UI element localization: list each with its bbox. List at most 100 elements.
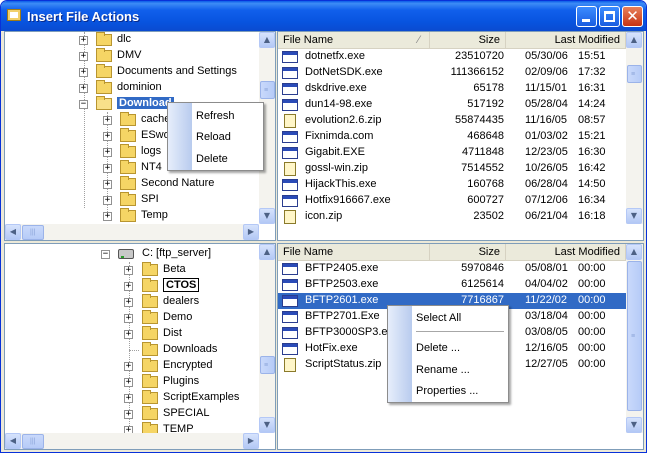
scroll-thumb[interactable]: ||| — [22, 225, 44, 240]
file-row[interactable]: Hotfix916667.exe 600727 07/12/06 16:34 — [278, 193, 627, 209]
scroll-thumb[interactable]: ≡ — [627, 261, 642, 411]
vertical-scrollbar[interactable]: ▲ ≡ ▼ — [259, 244, 275, 433]
folder-icon — [120, 160, 136, 174]
column-header-size[interactable]: Size — [430, 244, 506, 261]
file-row[interactable]: icon.zip 23502 06/21/04 16:18 — [278, 209, 627, 225]
horizontal-scrollbar[interactable]: ◀ ||| ▶ — [5, 224, 259, 240]
refresh-menu-item[interactable]: Refresh — [196, 110, 235, 122]
scroll-thumb[interactable]: ≡ — [260, 356, 275, 374]
tree-item[interactable]: + CTOS — [5, 278, 260, 294]
file-row[interactable]: dotnetfx.exe 23510720 05/30/06 15:51 — [278, 49, 627, 65]
file-row[interactable]: BFTP2405.exe 5970846 05/08/01 00:00 — [278, 261, 627, 277]
expand-toggle[interactable]: + — [124, 314, 133, 323]
expand-toggle[interactable]: + — [103, 196, 112, 205]
scroll-down-button[interactable]: ▼ — [259, 208, 275, 224]
tree-item[interactable]: + Second Nature — [5, 176, 260, 192]
file-row[interactable]: DotNetSDK.exe 111366152 02/09/06 17:32 — [278, 65, 627, 81]
tree-item[interactable]: Downloads — [5, 342, 260, 358]
tree-item[interactable]: + Encrypted — [5, 358, 260, 374]
vertical-scrollbar[interactable]: ▲ ≡ ▼ — [626, 244, 643, 433]
tree-item[interactable]: + Plugins — [5, 374, 260, 390]
expand-toggle[interactable]: + — [103, 132, 112, 141]
expand-toggle[interactable]: − — [79, 100, 88, 109]
expand-toggle[interactable]: − — [101, 250, 110, 259]
scroll-thumb[interactable]: ≡ — [260, 81, 275, 99]
tree-item-label: Demo — [163, 311, 193, 323]
scroll-down-button[interactable]: ▼ — [259, 417, 275, 433]
tree-item[interactable]: + Demo — [5, 310, 260, 326]
file-row[interactable]: dskdrive.exe 65178 11/15/01 16:31 — [278, 81, 627, 97]
tree-item[interactable]: + dominion — [5, 80, 260, 96]
file-row[interactable]: HijackThis.exe 160768 06/28/04 14:50 — [278, 177, 627, 193]
properties-menu-item[interactable]: Properties ... — [416, 385, 478, 397]
scroll-left-button[interactable]: ◀ — [5, 433, 21, 449]
expand-toggle[interactable]: + — [124, 378, 133, 387]
expand-toggle[interactable]: + — [103, 164, 112, 173]
expand-toggle[interactable]: + — [124, 394, 133, 403]
scroll-up-button[interactable]: ▲ — [259, 244, 275, 260]
tree-item[interactable]: + SPI — [5, 192, 260, 208]
tree-item[interactable]: + Beta — [5, 262, 260, 278]
file-row[interactable]: BFTP2503.exe 6125614 04/04/02 00:00 — [278, 277, 627, 293]
remote-folder-tree[interactable]: − C: [ftp_server] + Beta + CTOS + dealers + Demo +… — [4, 243, 276, 450]
expand-toggle[interactable]: + — [103, 116, 112, 125]
expand-toggle[interactable]: + — [124, 298, 133, 307]
scroll-right-button[interactable]: ▶ — [243, 224, 259, 240]
scroll-left-button[interactable]: ◀ — [5, 224, 21, 240]
column-header-file-name[interactable]: File Name — [278, 244, 430, 261]
rename-menu-item[interactable]: Rename ... — [416, 364, 470, 376]
file-name: DotNetSDK.exe — [305, 66, 383, 78]
file-name: BFTP2601.exe — [305, 294, 379, 306]
scroll-up-button[interactable]: ▲ — [626, 32, 642, 48]
delete-menu-item[interactable]: Delete ... — [416, 342, 460, 354]
file-row[interactable]: gossl-win.zip 7514552 10/26/05 16:42 — [278, 161, 627, 177]
expand-toggle[interactable]: + — [103, 212, 112, 221]
expand-toggle[interactable]: + — [79, 52, 88, 61]
expand-toggle[interactable]: + — [79, 84, 88, 93]
scroll-thumb[interactable]: ≡ — [627, 65, 642, 83]
expand-toggle[interactable]: + — [79, 36, 88, 45]
local-file-list[interactable]: File Name ⁄ Size Last Modified dotnetfx.exe 2… — [277, 31, 644, 241]
column-header-last-modified[interactable]: Last Modified — [506, 244, 626, 261]
file-row[interactable]: Fixnimda.com 468648 01/03/02 15:21 — [278, 129, 627, 145]
tree-item[interactable]: + dealers — [5, 294, 260, 310]
tree-item[interactable]: + dlc — [5, 32, 260, 48]
expand-toggle[interactable]: + — [79, 68, 88, 77]
select-all-menu-item[interactable]: Select All — [416, 312, 461, 324]
scroll-up-button[interactable]: ▲ — [259, 32, 275, 48]
file-row[interactable]: dun14-98.exe 517192 05/28/04 14:24 — [278, 97, 627, 113]
expand-toggle[interactable]: + — [124, 330, 133, 339]
tree-item[interactable]: + ScriptExamples — [5, 390, 260, 406]
expand-toggle[interactable]: + — [124, 362, 133, 371]
minimize-button[interactable] — [576, 6, 597, 27]
scroll-thumb[interactable]: ||| — [22, 434, 44, 449]
expand-toggle[interactable]: + — [103, 148, 112, 157]
delete-menu-item[interactable]: Delete — [196, 153, 228, 165]
expand-toggle[interactable]: + — [124, 266, 133, 275]
horizontal-scrollbar[interactable]: ◀ ||| ▶ — [5, 433, 259, 449]
scroll-right-button[interactable]: ▶ — [243, 433, 259, 449]
file-row[interactable]: evolution2.6.zip 55874435 11/16/05 08:57 — [278, 113, 627, 129]
column-header-size[interactable]: Size — [430, 32, 506, 49]
maximize-button[interactable] — [599, 6, 620, 27]
scroll-up-button[interactable]: ▲ — [626, 244, 642, 260]
tree-item[interactable]: + SPECIAL — [5, 406, 260, 422]
tree-item[interactable]: + Dist — [5, 326, 260, 342]
expand-toggle[interactable]: + — [103, 180, 112, 189]
tree-item-root[interactable]: − C: [ftp_server] — [5, 246, 260, 262]
tree-item[interactable]: + Temp — [5, 208, 260, 224]
title-bar[interactable]: Insert File Actions ✕ — [1, 1, 646, 31]
close-button[interactable]: ✕ — [622, 6, 643, 27]
column-header-label: File Name — [283, 246, 334, 258]
vertical-scrollbar[interactable]: ▲ ≡ ▼ — [626, 32, 643, 224]
reload-menu-item[interactable]: Reload — [196, 131, 231, 143]
expand-toggle[interactable]: + — [124, 410, 133, 419]
expand-toggle[interactable]: + — [124, 282, 133, 291]
file-row[interactable]: Gigabit.EXE 4711848 12/23/05 16:30 — [278, 145, 627, 161]
scroll-down-button[interactable]: ▼ — [626, 208, 642, 224]
column-header-last-modified[interactable]: Last Modified — [506, 32, 626, 49]
column-header-file-name[interactable]: File Name ⁄ — [278, 32, 430, 49]
tree-item[interactable]: + DMV — [5, 48, 260, 64]
tree-item[interactable]: + Documents and Settings — [5, 64, 260, 80]
scroll-down-button[interactable]: ▼ — [626, 417, 642, 433]
